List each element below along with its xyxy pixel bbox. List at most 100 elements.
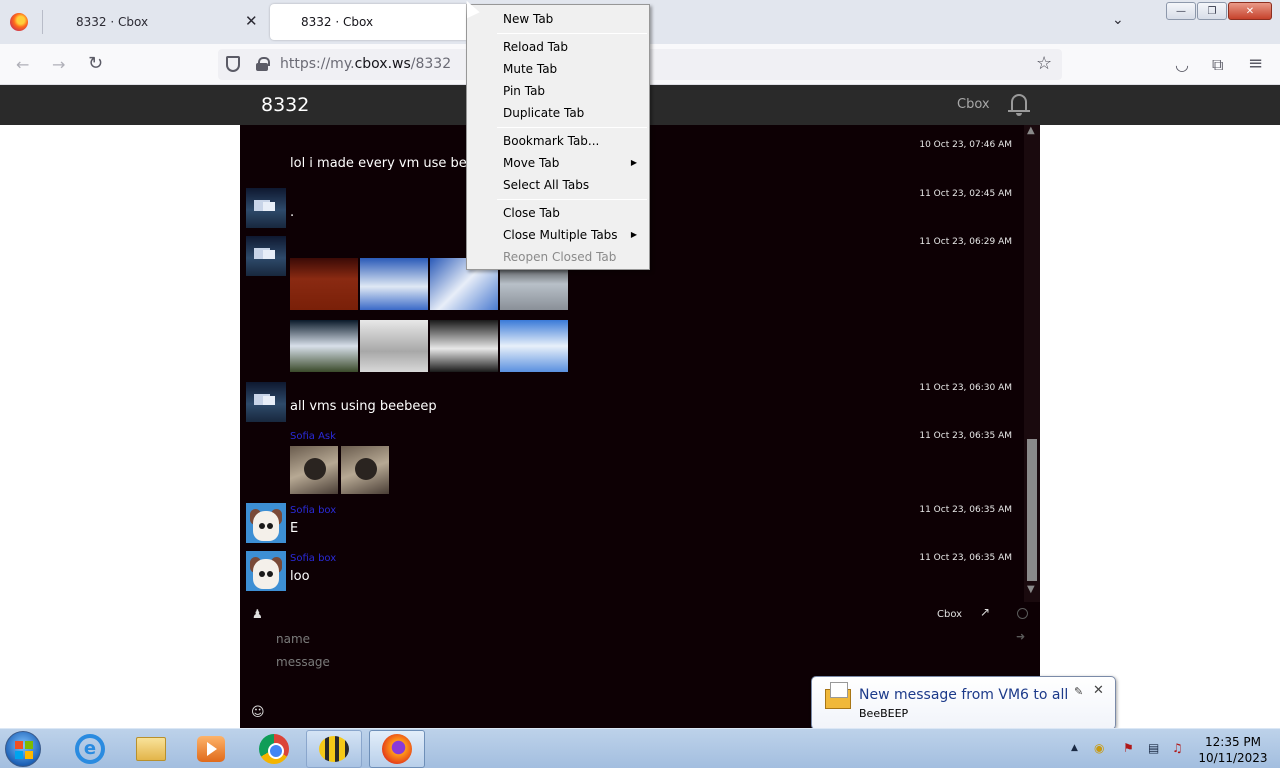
lock-icon[interactable] (256, 57, 270, 71)
network-icon[interactable]: ▤ (1148, 741, 1159, 755)
tab-cbox-1[interactable]: 8332 · Cbox ✕ (43, 0, 268, 44)
scroll-down-icon[interactable]: ▼ (1027, 584, 1035, 595)
avatar[interactable] (246, 188, 286, 228)
message-timestamp: 10 Oct 23, 07:46 AM (919, 140, 1012, 150)
window-controls: — ❐ ✕ (1165, 2, 1272, 20)
notification-title[interactable]: New message from VM6 to all (859, 687, 1068, 703)
chevron-down-icon[interactable]: ⌄ (1112, 12, 1124, 28)
pocket-icon[interactable]: ◡ (1175, 55, 1189, 74)
menu-item-pin-tab[interactable]: Pin Tab (469, 80, 647, 102)
notification-app: BeeBEEP (859, 707, 909, 720)
taskbar-app-beebeep[interactable] (306, 730, 362, 768)
site-brand[interactable]: Cbox (957, 97, 990, 112)
taskbar-app-firefox[interactable] (369, 730, 425, 768)
status-indicator-icon (1017, 608, 1028, 619)
user-icon[interactable]: ♟ (252, 607, 263, 621)
name-input[interactable] (276, 630, 1016, 648)
menu-item-move-tab[interactable]: Move Tab ▶ (469, 152, 647, 174)
message-username[interactable]: Sofia box (290, 505, 336, 516)
image-thumbnail[interactable] (360, 258, 428, 310)
bell-icon[interactable] (1008, 92, 1030, 116)
message-timestamp: 11 Oct 23, 06:35 AM (919, 553, 1012, 563)
tray-expand-icon[interactable]: ▲ (1071, 743, 1078, 753)
menu-item-reopen-closed-tab: Reopen Closed Tab (503, 250, 617, 264)
notification-toast[interactable]: New message from VM6 to all BeeBEEP ✎ ✕ (811, 676, 1116, 741)
envelope-icon (825, 682, 851, 709)
chrome-icon (259, 734, 289, 764)
cbox-link[interactable]: Cbox (937, 609, 962, 620)
external-link-icon[interactable]: ↗ (980, 605, 990, 619)
message-text: . (290, 205, 295, 220)
avatar[interactable] (246, 236, 286, 276)
tab-title: 8332 · Cbox (301, 15, 374, 29)
message-timestamp: 11 Oct 23, 02:45 AM (919, 189, 1012, 199)
restore-button[interactable]: ❐ (1197, 2, 1227, 20)
minimize-button[interactable]: — (1166, 2, 1196, 20)
action-center-icon[interactable]: ⚑ (1123, 741, 1134, 755)
menu-item-new-tab[interactable]: New Tab (469, 8, 647, 30)
image-grid (290, 258, 568, 372)
emoji-icon[interactable]: ☺ (251, 705, 265, 720)
menu-item-close-multiple-tabs[interactable]: Close Multiple Tabs ▶ (469, 224, 647, 246)
menu-separator (497, 33, 647, 34)
image-thumbnail[interactable] (430, 320, 498, 372)
message-input[interactable] (276, 652, 1016, 672)
settings-icon[interactable]: ✎ (1074, 685, 1083, 698)
close-icon[interactable]: ✕ (1093, 683, 1104, 698)
taskbar-app-media-player[interactable] (183, 730, 239, 768)
close-window-button[interactable]: ✕ (1228, 2, 1272, 20)
image-thumbnail[interactable] (290, 446, 338, 494)
message-text: all vms using beebeep (290, 399, 437, 414)
url-text[interactable]: https://my.cbox.ws/8332 (280, 56, 451, 72)
menu-item-duplicate-tab[interactable]: Duplicate Tab (469, 102, 647, 124)
volume-muted-icon[interactable]: ♫ (1172, 741, 1183, 755)
avatar[interactable] (246, 382, 286, 422)
image-thumbnail[interactable] (290, 320, 358, 372)
menu-icon[interactable]: ≡ (1248, 53, 1263, 74)
image-thumbnail[interactable] (341, 446, 389, 494)
taskbar-app-explorer[interactable] (123, 730, 179, 768)
scrollbar-thumb[interactable] (1027, 439, 1037, 581)
scroll-up-icon[interactable]: ▲ (1027, 125, 1035, 136)
taskbar-app-chrome[interactable] (246, 730, 302, 768)
tab-context-menu: New Tab Reload Tab Mute Tab Pin Tab Dupl… (466, 4, 650, 270)
menu-item-reload-tab[interactable]: Reload Tab (469, 36, 647, 58)
taskbar: e ▲ ◉ ⚑ ▤ ♫ 12:35 PM 10/11/2023 (0, 728, 1280, 768)
message-timestamp: 11 Oct 23, 06:35 AM (919, 505, 1012, 515)
scrollbar[interactable]: ▲ ▼ (1024, 125, 1040, 602)
bee-icon (319, 736, 349, 762)
reload-icon[interactable]: ↻ (88, 53, 103, 74)
menu-item-close-tab[interactable]: Close Tab (469, 202, 647, 224)
media-player-icon (197, 736, 225, 762)
menu-item-mute-tab[interactable]: Mute Tab (469, 58, 647, 80)
image-thumbnail[interactable] (290, 258, 358, 310)
message-text: E (290, 521, 299, 536)
message-timestamp: 11 Oct 23, 06:35 AM (919, 431, 1012, 441)
start-button[interactable] (5, 731, 41, 767)
message-username[interactable]: Sofia box (290, 553, 336, 564)
tab-cbox-2-active[interactable]: 8332 · Cbox (270, 4, 470, 40)
clock-date: 10/11/2023 (1198, 751, 1268, 765)
image-thumbnail[interactable] (360, 320, 428, 372)
menu-separator (497, 127, 647, 128)
avatar[interactable] (246, 503, 286, 543)
beebeep-tray-icon[interactable]: ◉ (1094, 741, 1104, 755)
avatar[interactable] (246, 551, 286, 591)
forward-arrow-icon[interactable]: → (52, 55, 65, 74)
image-thumbnail[interactable] (500, 320, 568, 372)
shield-icon[interactable] (226, 56, 240, 72)
tab-title: 8332 · Cbox (76, 15, 149, 29)
page-title: 8332 (261, 94, 310, 116)
menu-item-select-all-tabs[interactable]: Select All Tabs (469, 174, 647, 196)
back-arrow-icon[interactable]: ← (16, 55, 29, 74)
menu-item-bookmark-tab[interactable]: Bookmark Tab... (469, 130, 647, 152)
tab-close-icon[interactable]: ✕ (245, 12, 258, 30)
taskbar-app-internet-explorer[interactable]: e (62, 730, 118, 768)
login-icon[interactable]: ➜ (1016, 630, 1025, 643)
message-username[interactable]: Sofia Ask (290, 431, 336, 442)
submenu-arrow-icon: ▶ (630, 158, 637, 167)
folder-icon (136, 737, 166, 761)
taskbar-clock[interactable]: 12:35 PM 10/11/2023 (1196, 734, 1270, 766)
bookmark-star-icon[interactable]: ☆ (1036, 53, 1052, 74)
extensions-icon[interactable]: ⧉ (1212, 55, 1223, 75)
